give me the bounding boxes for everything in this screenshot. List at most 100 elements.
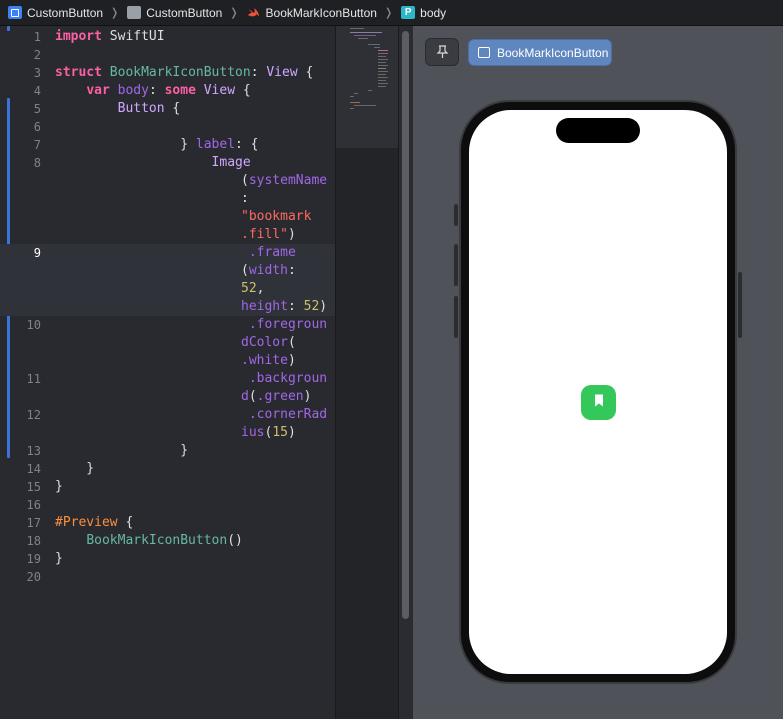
code-text: .cornerRad [248, 407, 328, 422]
breadcrumb-item-project[interactable]: CustomButton ❭ [8, 6, 119, 20]
preview-tab-label: BookMarkIconButton [497, 45, 609, 60]
breadcrumb-label: BookMarkIconButton [265, 5, 377, 20]
minimap-line [374, 47, 380, 48]
phone-volume-down-button [454, 296, 458, 338]
code-text: } label: { [55, 137, 259, 152]
line-number: 16 [26, 498, 41, 512]
phone-volume-up-button [454, 244, 458, 286]
code-text: ius(15) [241, 425, 296, 440]
minimap-line [378, 74, 386, 75]
chevron-right-icon: ❭ [229, 7, 239, 19]
line-number: 17 [26, 516, 41, 530]
code-text: var body: some View { [86, 83, 251, 98]
code-text: : [241, 191, 249, 206]
line-number: 3 [33, 66, 41, 80]
minimap-line [368, 90, 372, 91]
line-number: 13 [26, 444, 41, 458]
line-number: 20 [26, 570, 41, 584]
code-text: d(.green) [241, 389, 312, 404]
code-text: Image [211, 155, 251, 170]
preview-tab-button[interactable]: BookMarkIconButton [468, 39, 612, 66]
code-text: Button { [117, 101, 181, 116]
minimap-line [368, 44, 380, 45]
minimap-line [378, 77, 388, 78]
breadcrumb: CustomButton ❭ CustomButton ❭ BookMarkIc… [0, 0, 783, 26]
code-text: import SwiftUI [55, 29, 165, 44]
code-line-current[interactable]: 9 .frame (width: 52, height: 52) [0, 244, 335, 316]
minimap-line [378, 80, 386, 81]
minimap-line [378, 53, 388, 54]
line-number: 2 [33, 48, 41, 62]
code-text: struct BookMarkIconButton: View { [55, 65, 314, 80]
code-text: 52, [241, 281, 265, 296]
code-text: .white) [241, 353, 296, 368]
minimap-line [378, 65, 388, 66]
line-number: 6 [33, 120, 41, 134]
preview-canvas: BookMarkIconButton [413, 26, 783, 719]
folder-icon [127, 6, 142, 19]
swift-file-icon [247, 6, 261, 19]
code-text: "bookmark [241, 209, 312, 224]
preview-tab-icon [478, 47, 490, 58]
line-number: 10 [26, 318, 41, 332]
minimap-line [378, 59, 388, 60]
line-number: 7 [33, 138, 41, 152]
minimap-line [378, 56, 386, 57]
line-number: 15 [26, 480, 41, 494]
code-text: (width: [241, 263, 296, 278]
device-screen [469, 110, 727, 674]
minimap-line [358, 38, 368, 39]
minimap-line [378, 68, 386, 69]
minimap-line [378, 86, 386, 87]
code-text: (systemName [241, 173, 328, 188]
line-number: 9 [33, 246, 41, 260]
editor-scrollbar[interactable] [398, 26, 413, 719]
minimap-line [378, 62, 386, 63]
breadcrumb-label: CustomButton [146, 5, 223, 20]
breadcrumb-item-file[interactable]: BookMarkIconButton ❭ [247, 5, 394, 20]
xcode-project-icon [8, 6, 22, 19]
code-editor[interactable]: 1 import SwiftUI 2 3 struct BookMarkIconBu… [0, 26, 335, 719]
code-text: height: 52) [241, 299, 328, 314]
minimap-line [378, 50, 388, 51]
minimap-line [350, 32, 382, 33]
minimap-line [354, 35, 376, 36]
phone-power-button [738, 272, 742, 338]
breadcrumb-item-folder[interactable]: CustomButton ❭ [127, 5, 239, 20]
minimap-line [354, 105, 376, 106]
line-number: 19 [26, 552, 41, 566]
phone-action-button [454, 204, 458, 226]
bookmark-fill-icon [594, 394, 604, 412]
minimap-line [354, 93, 358, 94]
line-number: 11 [26, 372, 41, 386]
minimap-line [350, 96, 354, 97]
bookmark-button[interactable] [581, 385, 616, 420]
code-text: .backgroun [248, 371, 328, 386]
property-icon: P [401, 6, 416, 19]
code-text: #Preview { [55, 515, 134, 530]
minimap-line [350, 102, 360, 103]
pin-preview-button[interactable] [425, 38, 459, 66]
line-number: 12 [26, 408, 41, 422]
line-number: 4 [33, 84, 41, 98]
breadcrumb-label: CustomButton [27, 5, 104, 20]
breadcrumb-item-body[interactable]: P body [401, 6, 446, 20]
code-text: dColor( [241, 335, 296, 350]
line-number: 14 [26, 462, 41, 476]
minimap[interactable] [335, 26, 399, 719]
breadcrumb-label: body [420, 5, 447, 20]
code-text: } [55, 461, 95, 476]
code-text: } [55, 479, 63, 494]
line-number: 1 [33, 30, 41, 44]
dynamic-island [556, 118, 640, 143]
code-text: .frame [248, 245, 296, 260]
pin-icon [436, 43, 449, 59]
device-frame [459, 100, 737, 684]
line-number: 8 [33, 156, 41, 170]
chevron-right-icon: ❭ [383, 7, 394, 19]
chevron-right-icon: ❭ [110, 7, 120, 19]
scrollbar-thumb[interactable] [402, 31, 409, 619]
code-text: } [55, 443, 189, 458]
minimap-line [350, 28, 364, 29]
line-number: 18 [26, 534, 41, 548]
